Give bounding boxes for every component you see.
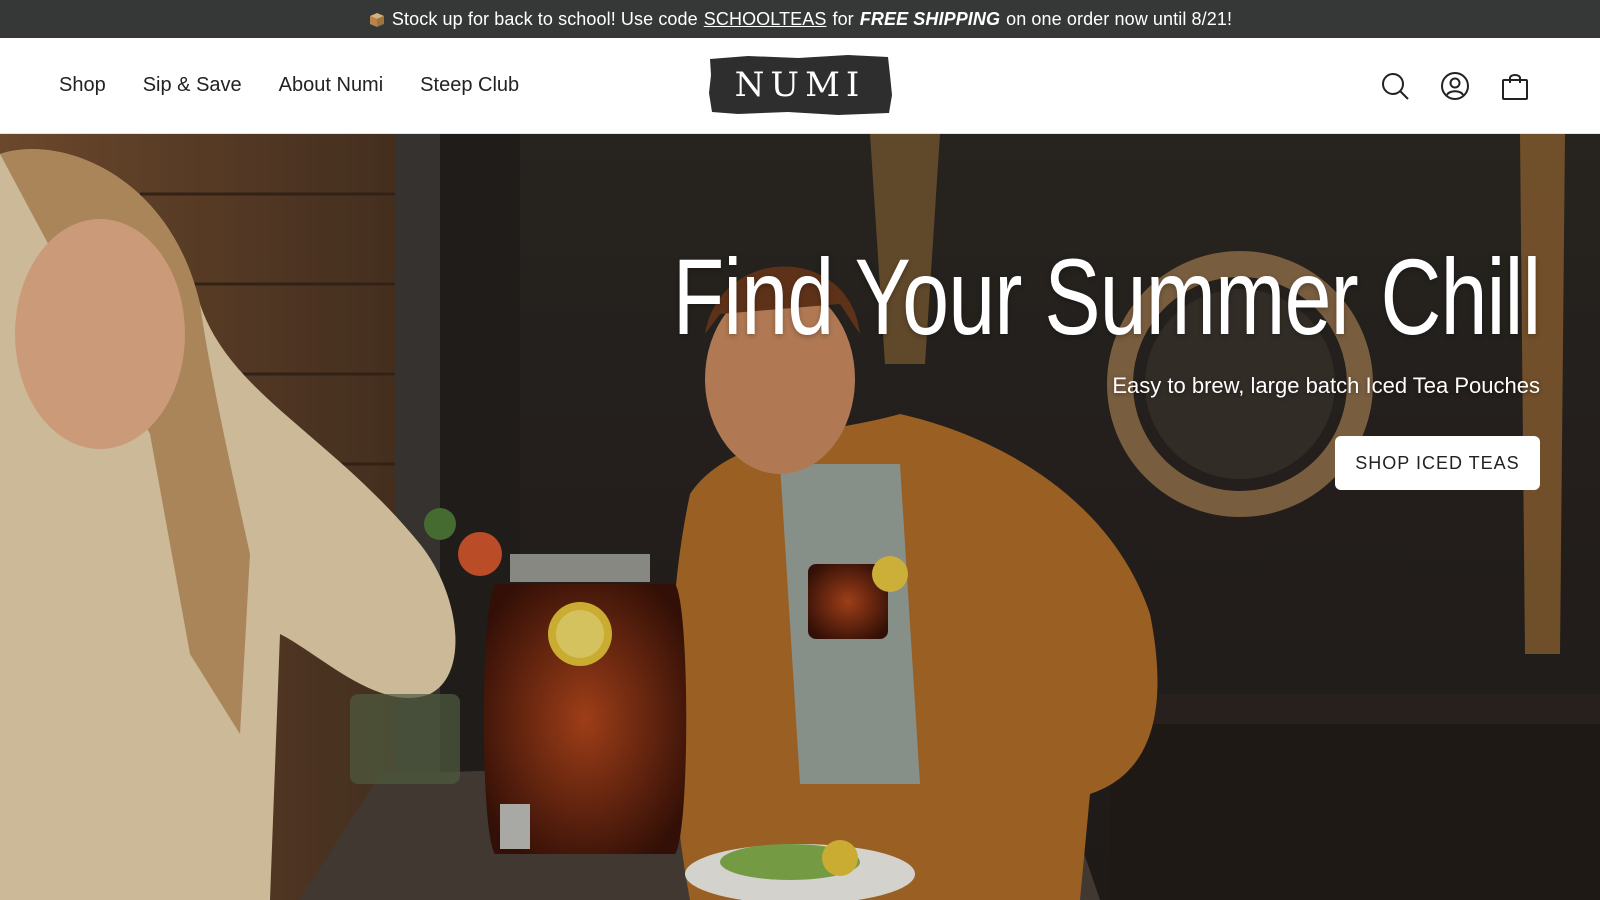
numi-logo[interactable]: NUMI <box>708 55 892 115</box>
header-icons <box>1350 38 1530 133</box>
nav-item-about-numi[interactable]: About Numi <box>279 74 384 97</box>
search-icon[interactable] <box>1380 71 1410 101</box>
announcement-text-middle: for <box>832 8 854 29</box>
account-icon[interactable] <box>1440 71 1470 101</box>
nav-item-sip-and-save[interactable]: Sip & Save <box>143 74 242 97</box>
announcement-bar: Stock up for back to school! Use code SC… <box>0 0 1600 38</box>
nav-item-steep-club[interactable]: Steep Club <box>420 74 519 97</box>
hero-subtitle: Easy to brew, large batch Iced Tea Pouch… <box>1112 373 1540 398</box>
announcement-text-suffix: on one order now until 8/21! <box>1006 8 1233 29</box>
main-nav: Shop Sip & Save About Numi Steep Club <box>59 38 556 133</box>
nav-item-shop[interactable]: Shop <box>59 74 106 97</box>
package-icon <box>369 13 384 27</box>
free-shipping-text: FREE SHIPPING <box>859 8 1001 29</box>
site-header: Shop Sip & Save About Numi Steep Club NU… <box>0 38 1600 134</box>
shop-iced-teas-button[interactable]: SHOP ICED TEAS <box>1335 436 1540 490</box>
hero-title: Find Your Summer Chill <box>672 236 1541 357</box>
cart-icon[interactable] <box>1500 71 1530 101</box>
hero-banner: Find Your Summer Chill Easy to brew, lar… <box>0 134 1600 900</box>
logo-text: NUMI <box>734 65 866 105</box>
promo-code-link[interactable]: SCHOOLTEAS <box>704 9 827 30</box>
announcement-text: Stock up for back to school! Use code <box>391 8 698 29</box>
